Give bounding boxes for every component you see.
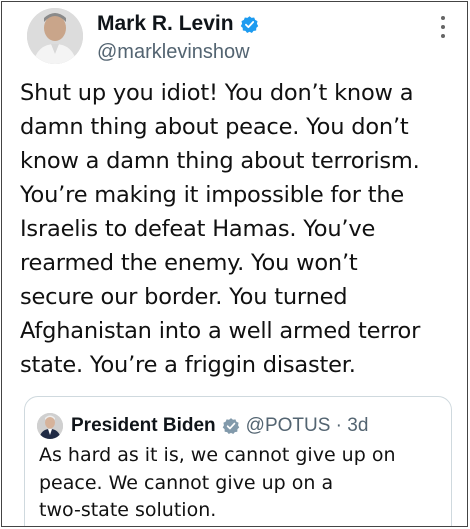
tweet-text-line: Shut up you idiot! You don’t know a bbox=[20, 80, 414, 106]
tweet-card: Mark R. Levin @marklevinshow Shut up you… bbox=[1, 1, 468, 527]
tweet-body: Shut up you idiot! You don’t know a damn… bbox=[20, 76, 460, 382]
tweet-text-line: state. You’re a friggin disaster. bbox=[20, 352, 356, 378]
more-options-icon[interactable] bbox=[441, 16, 445, 38]
person-avatar-icon bbox=[37, 413, 63, 439]
author-display-name[interactable]: Mark R. Levin bbox=[97, 12, 234, 36]
tweet-text-line: know a damn thing about terrorism. bbox=[20, 148, 420, 174]
tweet-text-line: You’re making it impossible for the bbox=[20, 182, 405, 208]
tweet-text-line: damn thing about peace. You don’t bbox=[20, 114, 409, 140]
tweet-header: Mark R. Levin @marklevinshow bbox=[27, 8, 447, 68]
tweet-text-line: secure our border. You turned bbox=[20, 284, 348, 310]
quoted-tweet-body: As hard as it is, we cannot give up on p… bbox=[39, 442, 449, 525]
quoted-author-avatar[interactable] bbox=[37, 413, 63, 439]
person-avatar-icon bbox=[27, 8, 83, 64]
tweet-text-line: rearmed the enemy. You won’t bbox=[20, 250, 358, 276]
quoted-text-line: As hard as it is, we cannot give up on bbox=[39, 444, 396, 466]
government-badge-icon bbox=[222, 418, 239, 435]
quoted-author-name[interactable]: President Biden bbox=[71, 415, 216, 437]
quoted-text-line: two-state solution. bbox=[39, 499, 217, 521]
tweet-text-line: Israelis to defeat Hamas. You’ve bbox=[20, 216, 376, 242]
author-handle[interactable]: @marklevinshow bbox=[97, 41, 250, 64]
quoted-tweet-header: President Biden @POTUS · 3d bbox=[37, 411, 368, 441]
quoted-tweet[interactable]: President Biden @POTUS · 3d As hard as i… bbox=[24, 396, 452, 526]
author-avatar[interactable] bbox=[27, 8, 83, 64]
tweet-text-line: Afghanistan into a well armed terror bbox=[20, 318, 421, 344]
verified-badge-icon bbox=[240, 15, 258, 33]
quoted-author-handle-time[interactable]: @POTUS · 3d bbox=[246, 415, 369, 437]
quoted-text-line: peace. We cannot give up on a bbox=[39, 471, 334, 494]
